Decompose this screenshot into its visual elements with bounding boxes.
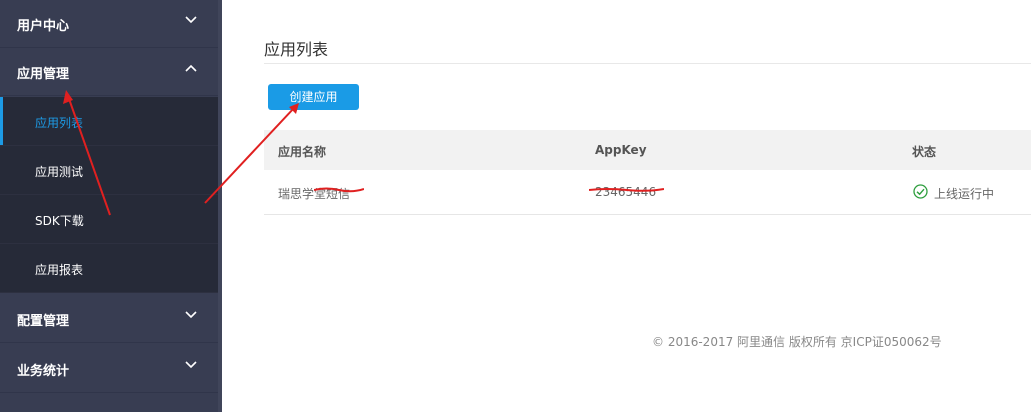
chevron-down-icon — [185, 311, 197, 319]
menu-group-config-management[interactable]: 配置管理 — [0, 295, 218, 343]
sidebar-item-sdk-download[interactable]: SDK下载 — [0, 195, 218, 243]
redaction-scribble — [589, 188, 664, 192]
table-row[interactable]: 瑞思学堂短信 23465446 上线运行中 — [264, 170, 1031, 215]
create-app-button[interactable]: 创建应用 — [268, 84, 359, 110]
sidebar-item-app-list[interactable]: 应用列表 — [0, 97, 218, 145]
footer-copyright: © 2016-2017 阿里通信 版权所有 京ICP证050062号 — [652, 335, 942, 349]
redaction-scribble — [314, 187, 364, 193]
menu-group-app-management[interactable]: 应用管理 — [0, 48, 218, 96]
sidebar-item-app-report[interactable]: 应用报表 — [0, 244, 218, 292]
sidebar-item-label: 应用报表 — [35, 263, 84, 277]
status-cell: 上线运行中 — [934, 187, 995, 201]
app-management-submenu: 应用列表 应用测试 SDK下载 应用报表 — [0, 97, 218, 293]
menu-group-label: 配置管理 — [17, 314, 70, 329]
title-divider — [264, 63, 1031, 64]
page-title: 应用列表 — [264, 40, 329, 59]
sidebar-item-app-test[interactable]: 应用测试 — [0, 146, 218, 194]
column-header-status: 状态 — [912, 145, 937, 159]
menu-group-user-center[interactable]: 用户中心 — [0, 0, 218, 48]
check-circle-icon — [913, 184, 928, 199]
menu-group-label: 用户中心 — [17, 19, 70, 34]
sidebar-item-label: 应用列表 — [35, 116, 84, 130]
main-content: 应用列表 创建应用 应用名称 AppKey 状态 瑞思学堂短信 23465446… — [222, 0, 1031, 412]
sidebar-item-label: 应用测试 — [35, 165, 84, 179]
sidebar-item-label: SDK下载 — [35, 214, 84, 228]
chevron-down-icon — [185, 361, 197, 369]
chevron-up-icon — [185, 64, 197, 72]
sidebar: 用户中心 应用管理 应用列表 应用测试 SDK下载 应用报表 配置管理 业务统计 — [0, 0, 222, 412]
menu-group-label: 业务统计 — [17, 364, 70, 379]
chevron-down-icon — [185, 16, 197, 24]
menu-group-label: 应用管理 — [17, 67, 70, 82]
table-header: 应用名称 AppKey 状态 — [264, 130, 1031, 170]
column-header-appkey: AppKey — [595, 143, 647, 157]
column-header-app-name: 应用名称 — [278, 145, 327, 159]
menu-group-business-stats[interactable]: 业务统计 — [0, 345, 218, 393]
